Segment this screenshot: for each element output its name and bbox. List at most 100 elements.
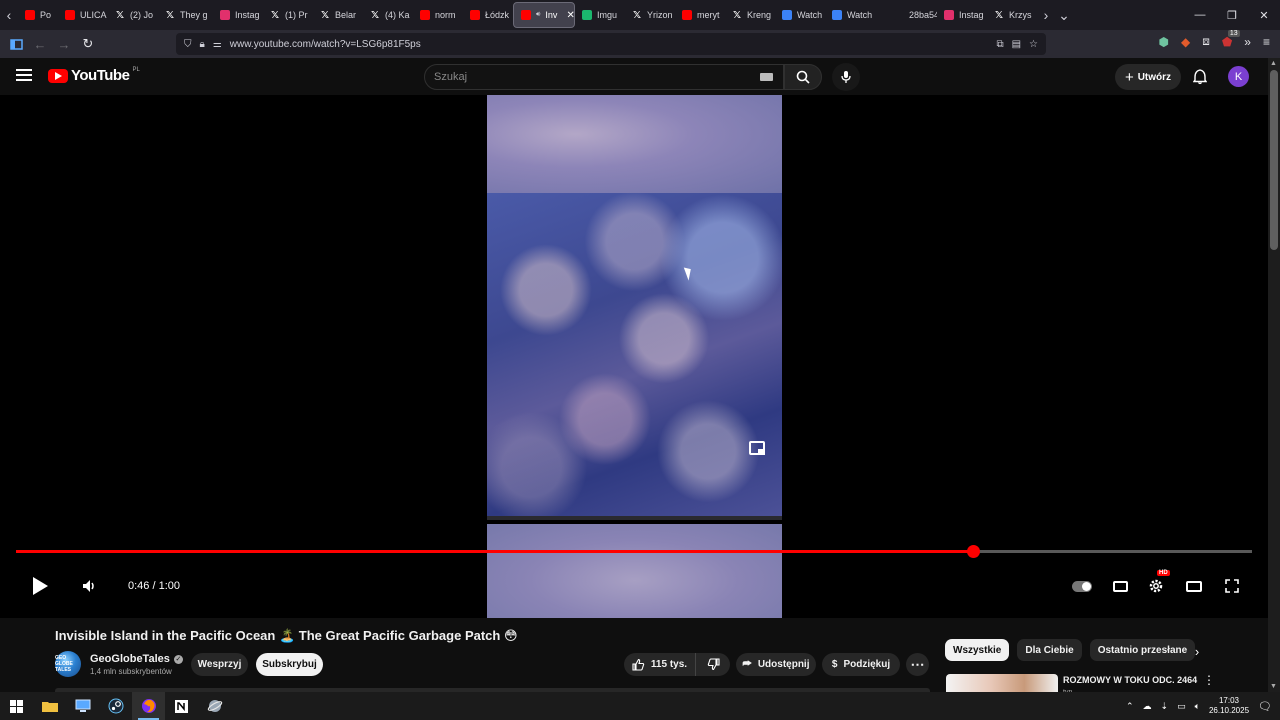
picture-in-picture-icon[interactable]: ⧉ [996, 39, 1003, 50]
notifications-button[interactable] [1190, 67, 1210, 87]
overflow-chevron-icon[interactable]: » [1244, 35, 1251, 49]
url-text[interactable]: www.youtube.com/watch?v=LSG6p81F5ps [230, 39, 421, 50]
forward-icon[interactable]: → [52, 32, 76, 56]
video-frame[interactable] [487, 95, 782, 618]
reload-icon[interactable]: ↻ [76, 32, 100, 56]
browser-tab[interactable]: 𝕏 (1) Pr [263, 2, 313, 28]
browser-tab[interactable]: Łódzk [463, 2, 513, 28]
autoplay-toggle[interactable] [1071, 575, 1093, 597]
close-window-icon[interactable]: ✕ [1248, 0, 1280, 30]
url-bar[interactable]: ⛉ 🔒︎ ⚌ www.youtube.com/watch?v=LSG6p81F5… [176, 33, 1046, 55]
steam-icon[interactable] [99, 692, 132, 720]
windows-start-icon[interactable] [0, 692, 33, 720]
share-button[interactable]: ⮫ Udostępnij [736, 653, 816, 676]
thanks-button[interactable]: $ Podziękuj [822, 653, 900, 676]
browser-tab[interactable]: 🔊︎ Inv ✕ [513, 2, 575, 28]
notion-icon[interactable] [165, 692, 198, 720]
browser-tab[interactable]: Instag [213, 2, 263, 28]
recommendation-title[interactable]: ROZMOWY W TOKU ODC. 2464 [1063, 675, 1197, 685]
browser-tab[interactable]: 𝕏 (4) Ka [363, 2, 413, 28]
browser-tab[interactable]: norm [413, 2, 463, 28]
chip-recently-uploaded[interactable]: Ostatnio przesłane [1089, 639, 1196, 661]
extensions-puzzle-icon[interactable]: ⧈ [1202, 34, 1210, 49]
miniplayer-icon[interactable] [749, 441, 765, 455]
create-button[interactable]: + Utwórz [1115, 64, 1181, 90]
permissions-icon[interactable]: ⚌ [213, 39, 222, 50]
browser-tab[interactable]: ULICA [58, 2, 108, 28]
chips-next-icon[interactable]: › [1186, 641, 1208, 661]
keyboard-icon[interactable] [760, 73, 773, 81]
vpn-extension-icon[interactable]: ⬢ [1159, 35, 1169, 49]
guide-menu-icon[interactable] [16, 69, 32, 81]
tray-overflow-icon[interactable]: ⌃ [1126, 701, 1134, 712]
back-icon[interactable]: ← [28, 32, 52, 56]
volume-icon[interactable] [82, 579, 98, 593]
file-explorer-icon[interactable] [33, 692, 66, 720]
theater-mode-button[interactable] [1183, 575, 1205, 597]
recommendation-menu-icon[interactable]: ⋮ [1203, 673, 1215, 687]
voice-search-button[interactable] [832, 63, 860, 91]
channel-name-link[interactable]: GeoGlobeTales ✓ [90, 653, 183, 665]
recommendation-thumbnail[interactable] [946, 674, 1058, 694]
lock-icon[interactable]: 🔒︎ [200, 39, 205, 50]
scroll-up-icon[interactable]: ▲ [1270, 60, 1277, 67]
browser-tab[interactable]: 𝕏 Yrizon [625, 2, 675, 28]
browser-tab[interactable]: meryt [675, 2, 725, 28]
browser-tab[interactable]: 𝕏 Krzys [987, 2, 1037, 28]
settings-button[interactable]: HD [1145, 570, 1170, 597]
channel-avatar[interactable]: GEO GLOBE TALES [55, 651, 81, 677]
chip-all[interactable]: Wszystkie [945, 639, 1010, 661]
progress-bar[interactable] [16, 545, 1252, 558]
subtitles-button[interactable] [1109, 575, 1131, 597]
browser-tab[interactable]: Watch [775, 2, 825, 28]
search-button[interactable] [784, 64, 822, 90]
channel-name[interactable]: GeoGlobeTales [90, 653, 170, 665]
fullscreen-button[interactable] [1221, 575, 1243, 597]
bookmark-star-icon[interactable]: ☆ [1029, 39, 1038, 50]
search-input[interactable] [434, 71, 754, 83]
firefox-icon[interactable] [132, 692, 165, 720]
scrollbar-thumb[interactable] [1270, 70, 1278, 250]
reader-view-icon[interactable]: ▤ [1012, 39, 1021, 50]
browser-tab[interactable]: Watch [825, 2, 887, 28]
tab-close-icon[interactable]: ✕ [566, 10, 574, 21]
chip-for-you[interactable]: Dla Ciebie [1017, 639, 1082, 661]
search-box[interactable] [424, 64, 784, 90]
browser-tab[interactable]: 𝕏 They g [158, 2, 213, 28]
account-avatar[interactable]: K [1228, 66, 1249, 87]
fox-extension-icon[interactable]: ◆ [1181, 35, 1190, 49]
browser-tab[interactable]: 𝕏 Belar [313, 2, 363, 28]
browser-tab[interactable]: Po [18, 2, 58, 28]
tracking-shield-icon[interactable]: ⛉ [184, 39, 192, 50]
tabs-scroll-left-icon[interactable]: ‹ [0, 0, 18, 30]
scrubber-handle[interactable] [966, 545, 980, 558]
browser-tab[interactable]: 𝕏 Kreng [725, 2, 775, 28]
app-menu-icon[interactable]: ≡ [1263, 35, 1270, 49]
subscribe-button[interactable]: Subskrybuj [256, 653, 323, 676]
scroll-down-icon[interactable]: ▼ [1270, 683, 1277, 690]
support-button[interactable]: Wesprzyj [191, 653, 248, 676]
more-actions-icon[interactable]: ⋯ [906, 653, 929, 676]
app-icon[interactable] [198, 692, 231, 720]
tab-list-dropdown-icon[interactable]: ⌄ [1055, 0, 1073, 30]
like-button[interactable]: 115 tys. [624, 653, 696, 676]
notifications-center-icon[interactable]: 🗨︎ [1258, 700, 1272, 713]
network-icon[interactable]: ▭ [1177, 701, 1186, 712]
ublock-icon[interactable]: ⬟ 13 [1222, 29, 1240, 49]
youtube-logo[interactable]: YouTube PL [48, 67, 140, 84]
browser-tab[interactable]: 28ba54a2 [887, 2, 937, 28]
sidebar-toggle-icon[interactable] [4, 32, 28, 56]
minimize-icon[interactable]: — [1184, 0, 1216, 30]
browser-tab[interactable]: 𝕏 (2) Jo [108, 2, 158, 28]
computer-icon[interactable] [66, 692, 99, 720]
speaker-icon[interactable]: 🔈︎ [1195, 701, 1200, 712]
restore-icon[interactable]: ❐ [1216, 0, 1248, 30]
taskbar-clock[interactable]: 17:03 26.10.2025 [1209, 696, 1249, 716]
dislike-button[interactable] [696, 653, 730, 676]
tab-audio-icon[interactable]: 🔊︎ [536, 11, 540, 19]
browser-tab[interactable]: Instag [937, 2, 987, 28]
browser-tab[interactable]: Imgu [575, 2, 625, 28]
video-player[interactable]: 0:46 / 1:00 HD [0, 95, 1268, 618]
play-icon[interactable] [33, 577, 48, 595]
usb-icon[interactable]: ⇣ [1161, 701, 1169, 712]
